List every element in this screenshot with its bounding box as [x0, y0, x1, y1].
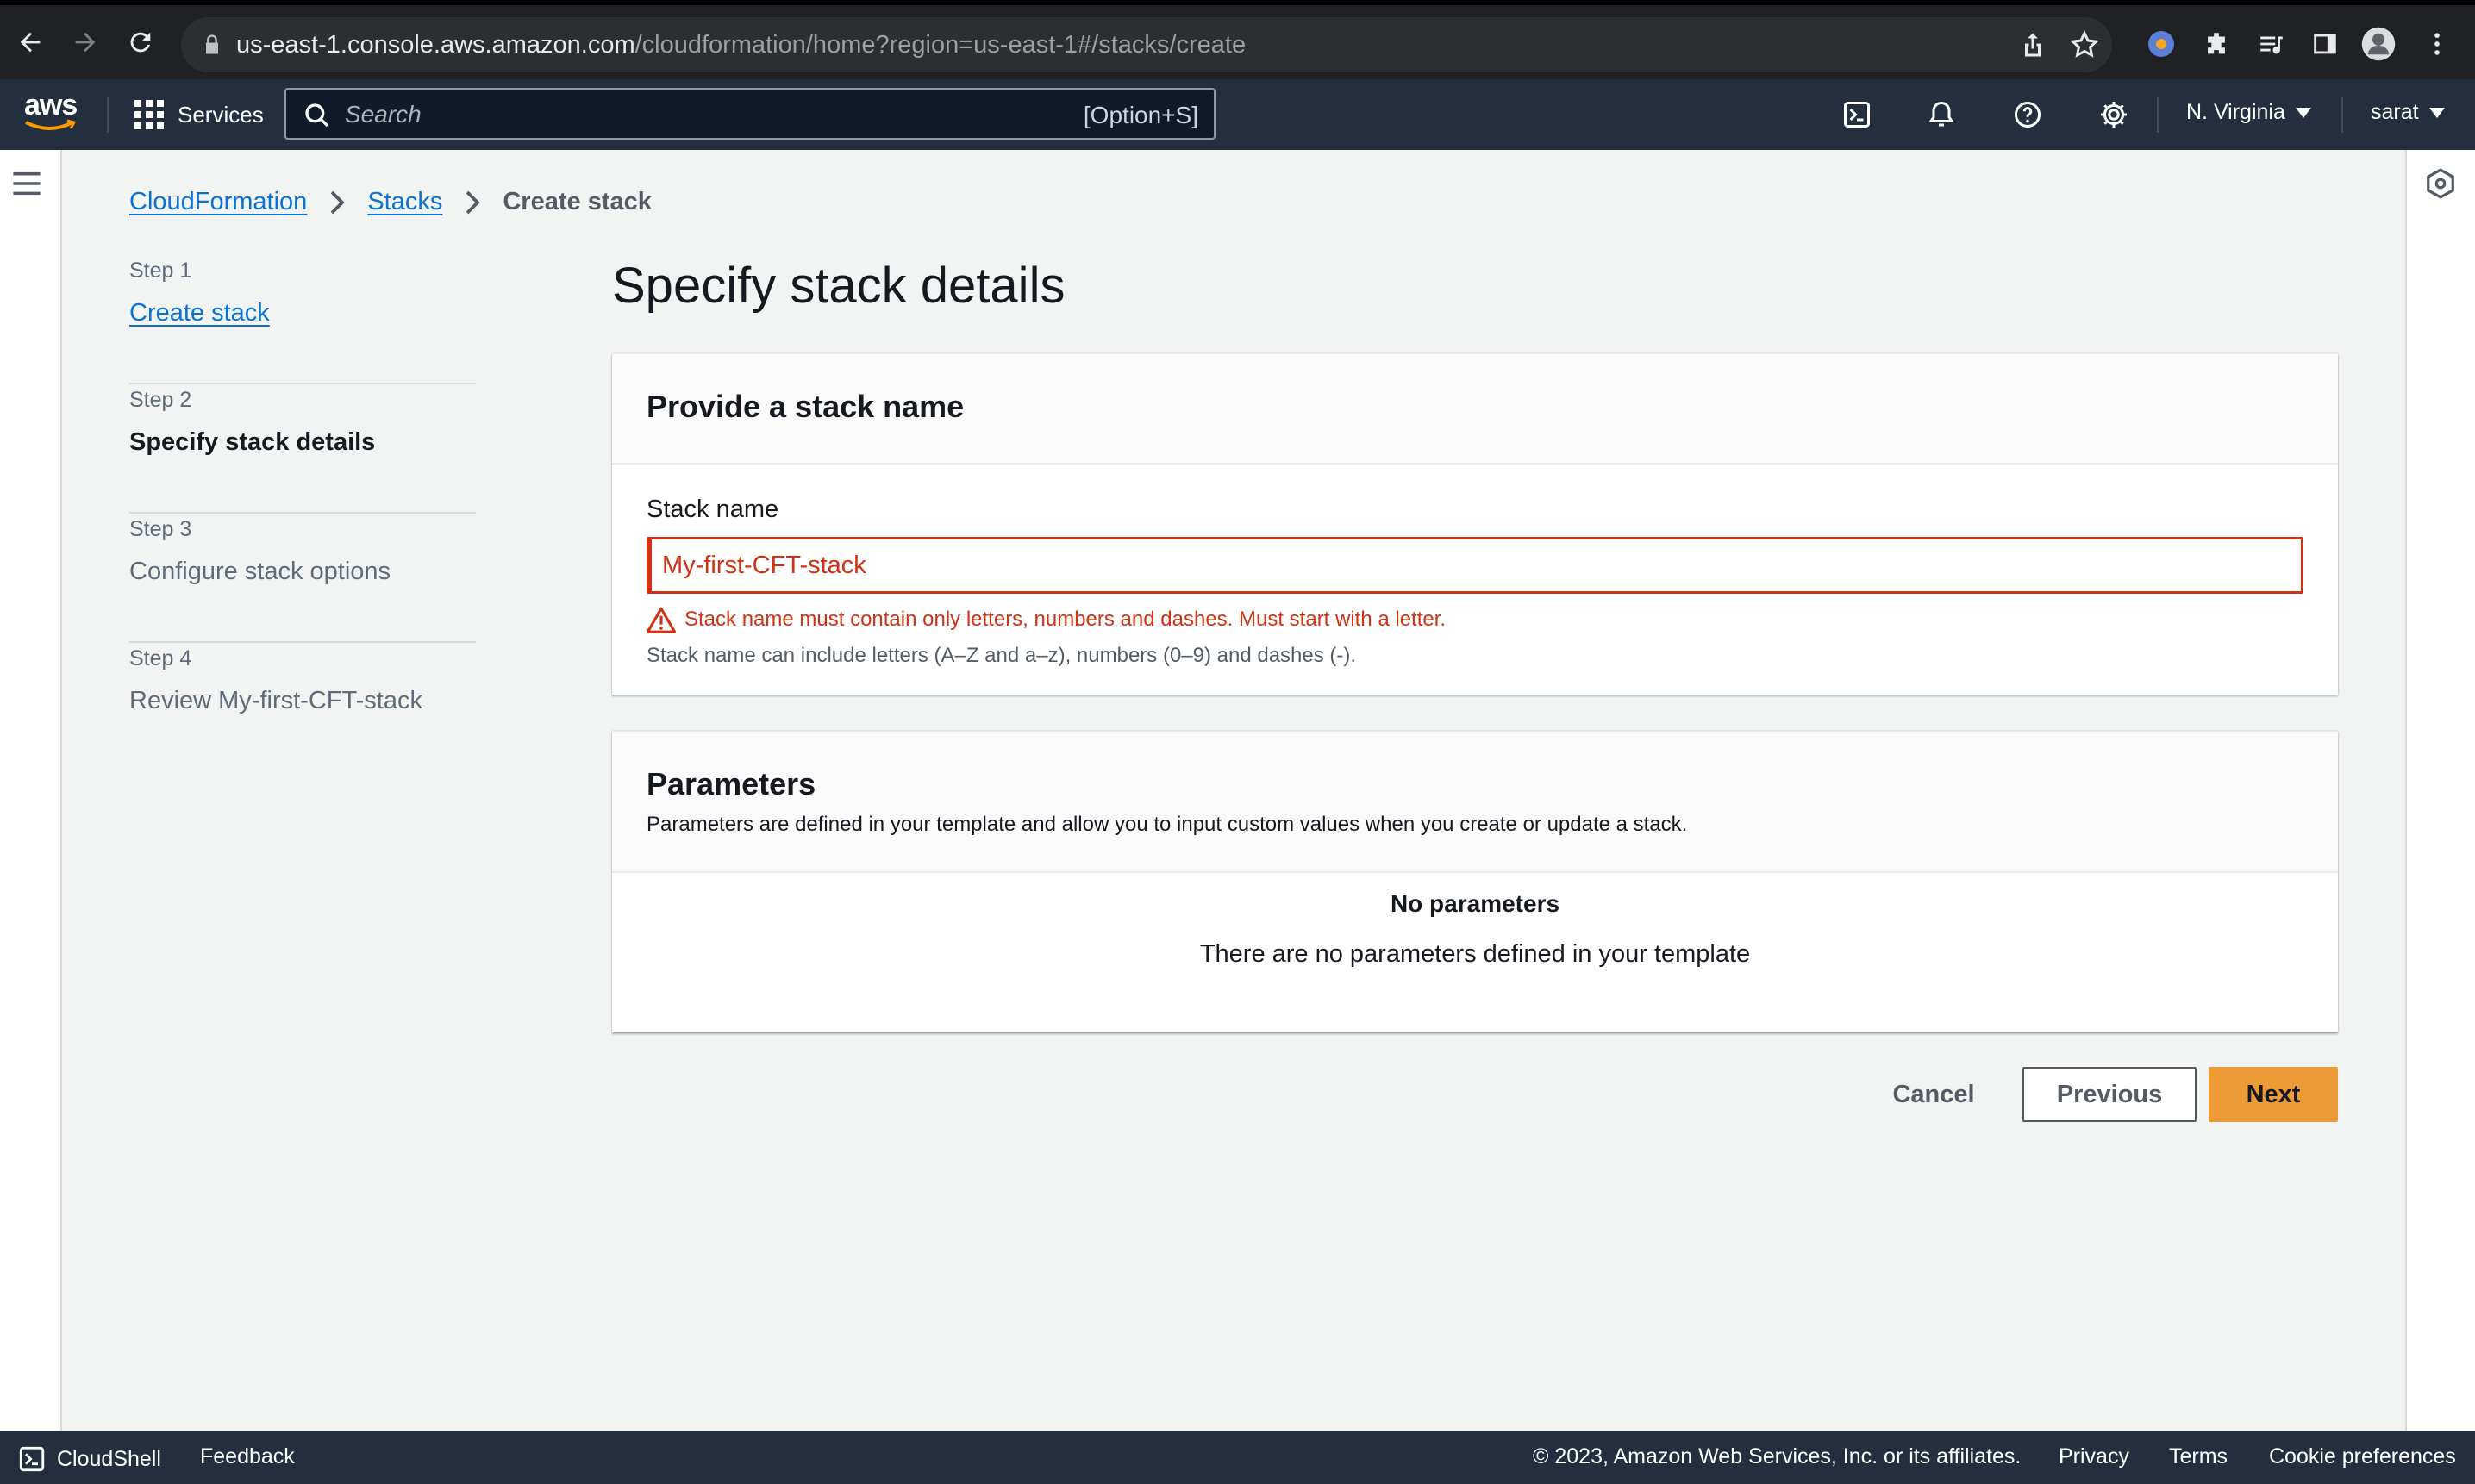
region-selector[interactable]: N. Virginia	[2186, 100, 2311, 125]
header-divider	[2341, 97, 2343, 133]
reload-icon	[130, 32, 151, 53]
warning-icon	[647, 607, 676, 633]
extension-shield-icon[interactable]	[2143, 26, 2179, 62]
wizard-step-2: Step 2 Specify stack details	[129, 384, 476, 514]
extensions-puzzle-icon[interactable]	[2198, 26, 2234, 62]
reload-button[interactable]	[119, 21, 162, 64]
wizard-step-3: Step 3 Configure stack options	[129, 514, 476, 643]
panel-heading: Parameters	[647, 766, 816, 801]
page-title: Specify stack details	[612, 258, 1066, 314]
step-number: Step 3	[129, 517, 192, 541]
media-queue-icon[interactable]	[2253, 26, 2290, 62]
bookmark-star-icon[interactable]	[2069, 29, 2100, 60]
notifications-button[interactable]	[1924, 97, 1959, 132]
step-number: Step 4	[129, 646, 192, 670]
panel-header: Provide a stack name	[612, 354, 2338, 465]
account-menu[interactable]: sarat	[2371, 100, 2445, 125]
chevron-right-icon	[466, 190, 481, 214]
browser-toolbar: us-east-1.console.aws.amazon.com/cloudfo…	[0, 0, 2475, 79]
forward-button[interactable]	[64, 21, 107, 64]
cloudshell-icon	[19, 1446, 45, 1472]
services-menu-button[interactable]: Services	[134, 97, 264, 133]
empty-state-title: No parameters	[1390, 890, 1560, 917]
search-icon	[305, 103, 329, 128]
search-input[interactable]	[345, 98, 948, 131]
user-label: sarat	[2371, 100, 2419, 124]
aws-logo[interactable]: aws	[24, 90, 79, 136]
privacy-link[interactable]: Privacy	[2059, 1444, 2129, 1469]
validation-error: Stack name must contain only letters, nu…	[647, 606, 1446, 633]
next-button[interactable]: Next	[2209, 1067, 2338, 1122]
step-number: Step 1	[129, 259, 192, 283]
bell-icon	[1928, 101, 1954, 127]
aws-console-header: aws Services [Option+S] N. Virginia sara…	[0, 79, 2475, 150]
copyright-text: © 2023, Amazon Web Services, Inc. or its…	[1533, 1444, 2022, 1468]
stack-name-label: Stack name	[647, 496, 779, 523]
services-label: Services	[178, 101, 264, 128]
region-label: N. Virginia	[2186, 100, 2285, 124]
hamburger-menu-icon[interactable]	[12, 171, 41, 196]
url-text: us-east-1.console.aws.amazon.com/cloudfo…	[236, 31, 1247, 59]
previous-button[interactable]: Previous	[2022, 1067, 2197, 1122]
share-icon[interactable]	[2017, 29, 2048, 60]
services-grid-icon	[134, 100, 164, 129]
arrow-left-icon	[20, 32, 41, 53]
header-divider	[2157, 97, 2159, 133]
step-title-current: Specify stack details	[129, 428, 376, 456]
step-title: Review My-first-CFT-stack	[129, 687, 422, 714]
header-divider	[107, 97, 109, 133]
help-button[interactable]	[2010, 97, 2045, 132]
step-title: Configure stack options	[129, 558, 391, 585]
step-number: Step 2	[129, 388, 192, 412]
step-link-create-stack[interactable]: Create stack	[129, 299, 476, 327]
cloudshell-footer-button[interactable]: CloudShell	[17, 1444, 161, 1474]
cookie-preferences-link[interactable]: Cookie preferences	[2269, 1444, 2456, 1469]
info-panel-icon[interactable]	[2424, 167, 2457, 200]
breadcrumb-current: Create stack	[503, 188, 652, 215]
side-navigation-rail	[0, 150, 62, 1431]
help-icon	[2015, 102, 2041, 128]
caret-down-icon	[2295, 107, 2311, 118]
error-text: Stack name must contain only letters, nu…	[684, 608, 1447, 631]
cloudshell-icon	[1844, 102, 1870, 128]
cloudshell-label: CloudShell	[57, 1446, 161, 1471]
feedback-link[interactable]: Feedback	[200, 1444, 295, 1469]
console-footer: CloudShell Feedback © 2023, Amazon Web S…	[0, 1431, 2475, 1484]
panel-header: Parameters Parameters are defined in you…	[612, 732, 2338, 873]
tools-rail	[2405, 150, 2475, 1431]
wizard-steps: Step 1 Create stack Step 2 Specify stack…	[129, 255, 476, 772]
breadcrumb-stacks-link[interactable]: Stacks	[367, 188, 442, 216]
terms-link[interactable]: Terms	[2169, 1444, 2228, 1469]
address-bar[interactable]: us-east-1.console.aws.amazon.com/cloudfo…	[181, 17, 2112, 72]
stack-name-input[interactable]	[647, 537, 2303, 594]
breadcrumb: CloudFormation Stacks Create stack	[129, 188, 652, 216]
breadcrumb-cloudformation-link[interactable]: CloudFormation	[129, 188, 307, 216]
back-button[interactable]	[9, 21, 52, 64]
parameters-panel: Parameters Parameters are defined in you…	[612, 731, 2338, 1032]
search-shortcut-hint: [Option+S]	[1083, 102, 1198, 128]
settings-button[interactable]	[2097, 97, 2131, 132]
cancel-button[interactable]: Cancel	[1871, 1067, 1997, 1122]
constraint-hint: Stack name can include letters (A–Z and …	[647, 644, 1357, 667]
search-bar[interactable]: [Option+S]	[284, 88, 1216, 140]
browser-menu-icon[interactable]	[2419, 26, 2455, 62]
lock-icon	[206, 34, 218, 54]
wizard-step-4: Step 4 Review My-first-CFT-stack	[129, 643, 476, 772]
stack-name-panel: Provide a stack name Stack name Stack na…	[612, 353, 2338, 695]
panel-description: Parameters are defined in your template …	[647, 813, 1688, 836]
caret-down-icon	[2428, 107, 2445, 118]
profile-avatar[interactable]	[2360, 26, 2397, 62]
gear-icon	[2101, 102, 2127, 128]
empty-state-text: There are no parameters defined in your …	[1199, 940, 1751, 968]
cloudshell-button[interactable]	[1840, 97, 1874, 132]
side-panel-icon[interactable]	[2307, 26, 2343, 62]
panel-heading: Provide a stack name	[647, 389, 965, 424]
aws-smile-icon	[25, 119, 77, 130]
wizard-step-1: Step 1 Create stack	[129, 255, 476, 384]
chevron-right-icon	[331, 190, 345, 214]
arrow-right-icon	[75, 32, 96, 53]
